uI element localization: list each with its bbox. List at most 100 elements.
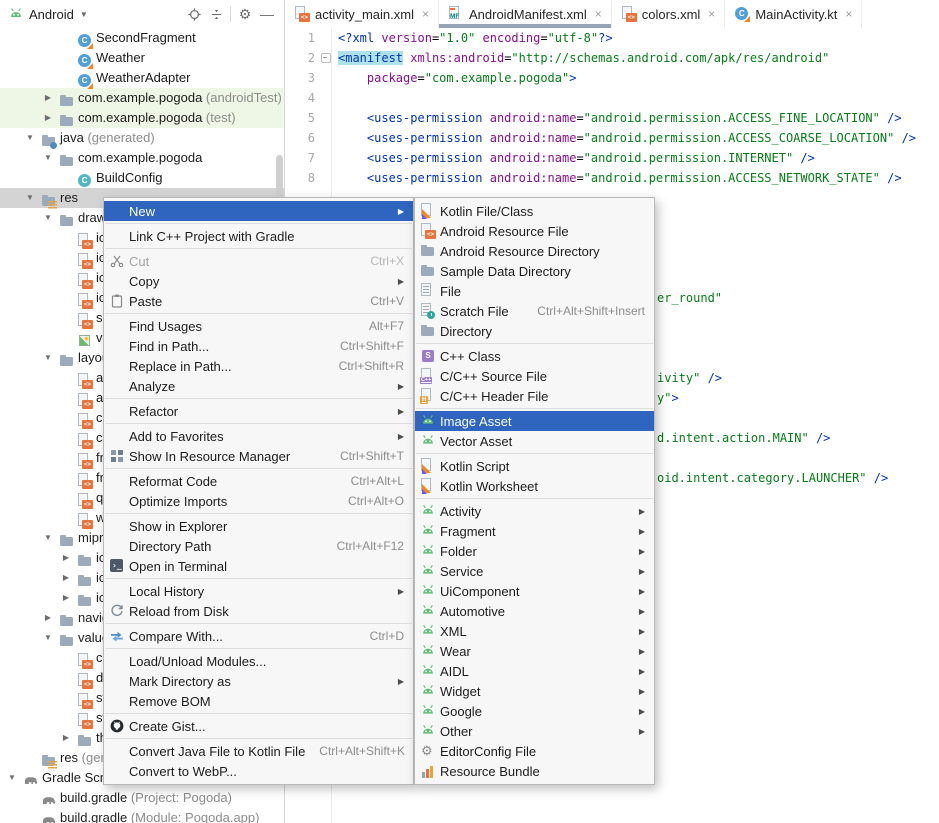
menu-item-automotive[interactable]: Automotive▶ — [415, 601, 654, 621]
menu-item-paste[interactable]: PasteCtrl+V — [104, 291, 413, 311]
code-fragment[interactable]: y"> — [657, 388, 679, 408]
code-line[interactable]: <uses-permission android:name="android.p… — [338, 108, 902, 128]
tab-MainActivity.kt[interactable]: MainActivity.kt× — [725, 0, 862, 28]
project-view-selector[interactable]: Android — [29, 7, 74, 22]
menu-item-convert-to-webp-[interactable]: Convert to WebP... — [104, 761, 413, 781]
code-line[interactable]: <uses-permission android:name="android.p… — [338, 128, 916, 148]
menu-item-google[interactable]: Google▶ — [415, 701, 654, 721]
expanded-arrow-icon[interactable]: ▼ — [41, 348, 55, 368]
collapsed-arrow-icon[interactable]: ▶ — [59, 548, 73, 568]
tree-scrollbar[interactable] — [276, 155, 283, 199]
collapsed-arrow-icon[interactable]: ▶ — [59, 588, 73, 608]
collapsed-arrow-icon[interactable]: ▶ — [41, 608, 55, 628]
menu-item-activity[interactable]: Activity▶ — [415, 501, 654, 521]
menu-item-file[interactable]: File — [415, 281, 654, 301]
chevron-down-icon[interactable]: ▼ — [80, 10, 88, 19]
locate-file-icon[interactable] — [183, 3, 205, 25]
menu-item-link-c-project-with-gradle[interactable]: Link C++ Project with Gradle — [104, 226, 413, 246]
menu-item-reload-from-disk[interactable]: Reload from Disk — [104, 601, 413, 621]
tab-close-icon[interactable]: × — [595, 7, 602, 21]
code-line[interactable]: <uses-permission android:name="android.p… — [338, 148, 815, 168]
menu-item-analyze[interactable]: Analyze▶ — [104, 376, 413, 396]
tab-close-icon[interactable]: × — [845, 7, 852, 21]
code-line[interactable]: <?xml version="1.0" encoding="utf-8"?> — [338, 28, 613, 48]
tab-colors.xml[interactable]: colors.xml× — [612, 0, 726, 28]
collapsed-arrow-icon[interactable]: ▶ — [59, 728, 73, 748]
menu-item-c-class[interactable]: C++ Class — [415, 346, 654, 366]
menu-item-new[interactable]: New▶ — [104, 201, 413, 221]
expanded-arrow-icon[interactable]: ▼ — [41, 528, 55, 548]
collapsed-arrow-icon[interactable]: ▶ — [59, 568, 73, 588]
menu-item-cut[interactable]: CutCtrl+X — [104, 251, 413, 271]
menu-item-replace-in-path-[interactable]: Replace in Path...Ctrl+Shift+R — [104, 356, 413, 376]
menu-item-convert-java-file-to-kotlin-file[interactable]: Convert Java File to Kotlin FileCtrl+Alt… — [104, 741, 413, 761]
menu-item-c-c-source-file[interactable]: C++C/C++ Source File — [415, 366, 654, 386]
fold-marker-icon[interactable] — [321, 53, 331, 63]
tree-item-com-example-pogoda[interactable]: ▶com.example.pogoda (test) — [0, 108, 284, 128]
tree-item-buildconfig[interactable]: BuildConfig — [0, 168, 284, 188]
menu-item-reformat-code[interactable]: Reformat CodeCtrl+Alt+L — [104, 471, 413, 491]
menu-item-editorconfig-file[interactable]: EditorConfig File — [415, 741, 654, 761]
collapse-all-icon[interactable] — [205, 3, 227, 25]
tab-close-icon[interactable]: × — [422, 7, 429, 21]
menu-item-kotlin-worksheet[interactable]: Kotlin Worksheet — [415, 476, 654, 496]
tree-item-build-gradle[interactable]: build.gradle (Project: Pogoda) — [0, 788, 284, 808]
expanded-arrow-icon[interactable]: ▼ — [5, 768, 19, 788]
menu-item-load-unload-modules-[interactable]: Load/Unload Modules... — [104, 651, 413, 671]
tree-item-java[interactable]: ▼java (generated) — [0, 128, 284, 148]
expanded-arrow-icon[interactable]: ▼ — [41, 208, 55, 228]
menu-item-android-resource-file[interactable]: Android Resource File — [415, 221, 654, 241]
menu-item-scratch-file[interactable]: Scratch FileCtrl+Alt+Shift+Insert — [415, 301, 654, 321]
tree-item-secondfragment[interactable]: SecondFragment — [0, 28, 284, 48]
tree-item-build-gradle[interactable]: build.gradle (Module: Pogoda.app) — [0, 808, 284, 823]
menu-item-find-usages[interactable]: Find UsagesAlt+F7 — [104, 316, 413, 336]
settings-gear-icon[interactable]: ⚙ — [234, 3, 256, 25]
code-fragment[interactable]: er_round" — [657, 288, 722, 308]
expanded-arrow-icon[interactable]: ▼ — [23, 188, 37, 208]
menu-item-folder[interactable]: Folder▶ — [415, 541, 654, 561]
tree-item-com-example-pogoda[interactable]: ▶com.example.pogoda (androidTest) — [0, 88, 284, 108]
collapsed-arrow-icon[interactable]: ▶ — [41, 108, 55, 128]
menu-item-show-in-resource-manager[interactable]: Show In Resource ManagerCtrl+Shift+T — [104, 446, 413, 466]
tree-item-weather[interactable]: Weather — [0, 48, 284, 68]
menu-item-remove-bom[interactable]: Remove BOM — [104, 691, 413, 711]
menu-item-android-resource-directory[interactable]: Android Resource Directory — [415, 241, 654, 261]
tab-close-icon[interactable]: × — [708, 7, 715, 21]
menu-item-widget[interactable]: Widget▶ — [415, 681, 654, 701]
code-fragment[interactable]: ivity" /> — [657, 368, 722, 388]
menu-item-kotlin-script[interactable]: Kotlin Script — [415, 456, 654, 476]
menu-item-optimize-imports[interactable]: Optimize ImportsCtrl+Alt+O — [104, 491, 413, 511]
menu-item-service[interactable]: Service▶ — [415, 561, 654, 581]
code-line[interactable]: <manifest xmlns:android="http://schemas.… — [338, 48, 829, 68]
menu-item-c-c-header-file[interactable]: HC/C++ Header File — [415, 386, 654, 406]
collapsed-arrow-icon[interactable]: ▶ — [41, 88, 55, 108]
code-fragment[interactable]: d.intent.action.MAIN" /> — [657, 428, 830, 448]
expanded-arrow-icon[interactable]: ▼ — [41, 148, 55, 168]
expanded-arrow-icon[interactable]: ▼ — [23, 128, 37, 148]
menu-item-kotlin-file-class[interactable]: Kotlin File/Class — [415, 201, 654, 221]
menu-item-vector-asset[interactable]: Vector Asset — [415, 431, 654, 451]
menu-item-image-asset[interactable]: Image Asset — [415, 411, 654, 431]
tab-activity_main.xml[interactable]: activity_main.xml× — [285, 0, 439, 28]
menu-item-aidl[interactable]: AIDL▶ — [415, 661, 654, 681]
tree-item-com-example-pogoda[interactable]: ▼com.example.pogoda — [0, 148, 284, 168]
menu-item-copy[interactable]: Copy▶ — [104, 271, 413, 291]
code-line[interactable]: <uses-permission android:name="android.p… — [338, 168, 902, 188]
menu-item-xml[interactable]: XML▶ — [415, 621, 654, 641]
menu-item-uicomponent[interactable]: UiComponent▶ — [415, 581, 654, 601]
menu-item-other[interactable]: Other▶ — [415, 721, 654, 741]
menu-item-fragment[interactable]: Fragment▶ — [415, 521, 654, 541]
menu-item-compare-with-[interactable]: Compare With...Ctrl+D — [104, 626, 413, 646]
expanded-arrow-icon[interactable]: ▼ — [41, 628, 55, 648]
menu-item-mark-directory-as[interactable]: Mark Directory as▶ — [104, 671, 413, 691]
menu-item-directory[interactable]: Directory — [415, 321, 654, 341]
menu-item-find-in-path-[interactable]: Find in Path...Ctrl+Shift+F — [104, 336, 413, 356]
tree-item-weatheradapter[interactable]: WeatherAdapter — [0, 68, 284, 88]
menu-item-add-to-favorites[interactable]: Add to Favorites▶ — [104, 426, 413, 446]
menu-item-resource-bundle[interactable]: Resource Bundle — [415, 761, 654, 781]
menu-item-sample-data-directory[interactable]: Sample Data Directory — [415, 261, 654, 281]
menu-item-wear[interactable]: Wear▶ — [415, 641, 654, 661]
menu-item-directory-path[interactable]: Directory PathCtrl+Alt+F12 — [104, 536, 413, 556]
tab-AndroidManifest.xml[interactable]: AndroidManifest.xml× — [439, 0, 612, 28]
menu-item-local-history[interactable]: Local History▶ — [104, 581, 413, 601]
